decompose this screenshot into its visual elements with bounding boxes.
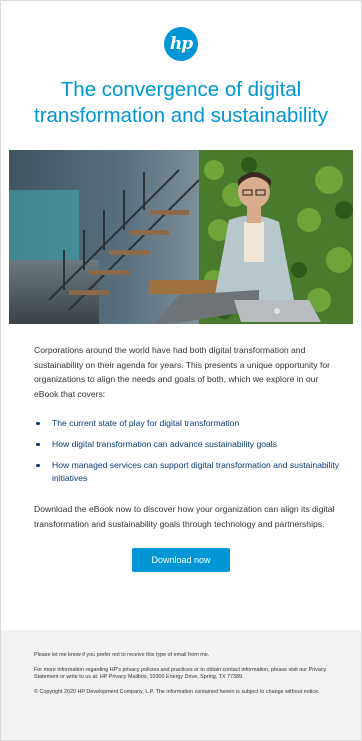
copyright-text: © Copyright 2020 HP Development Company,… — [34, 688, 320, 695]
download-now-button[interactable]: Download now — [132, 548, 230, 572]
bullet-icon — [36, 463, 40, 467]
list-item: How digital transformation can advance s… — [34, 438, 341, 451]
bullet-icon — [36, 421, 40, 425]
topic-list: The current state of play for digital tr… — [34, 417, 341, 484]
button-wrapper: Download now — [1, 548, 361, 572]
list-item-text: The current state of play for digital tr… — [52, 418, 240, 428]
footer: Please let me know if you prefer not to … — [1, 630, 361, 740]
list-item-text: How digital transformation can advance s… — [52, 439, 277, 449]
list-item: How managed services can support digital… — [34, 459, 341, 484]
cta-paragraph: Download the eBook now to discover how y… — [34, 504, 335, 529]
hp-logo[interactable]: hp — [164, 27, 198, 61]
email-container: hp The convergence of digital transforma… — [0, 0, 362, 741]
intro-paragraph: Corporations around the world have had b… — [34, 345, 331, 399]
hero-image — [9, 150, 353, 324]
logo-wrapper: hp — [1, 1, 361, 61]
bullet-icon — [36, 442, 40, 446]
list-item-text: How managed services can support digital… — [52, 460, 340, 483]
privacy-text: For more information regarding HP's priv… — [34, 666, 327, 681]
optout-text: Please let me know if you prefer not to … — [34, 652, 210, 658]
headline: The convergence of digital transformatio… — [34, 78, 328, 127]
list-item: The current state of play for digital tr… — [34, 417, 341, 430]
